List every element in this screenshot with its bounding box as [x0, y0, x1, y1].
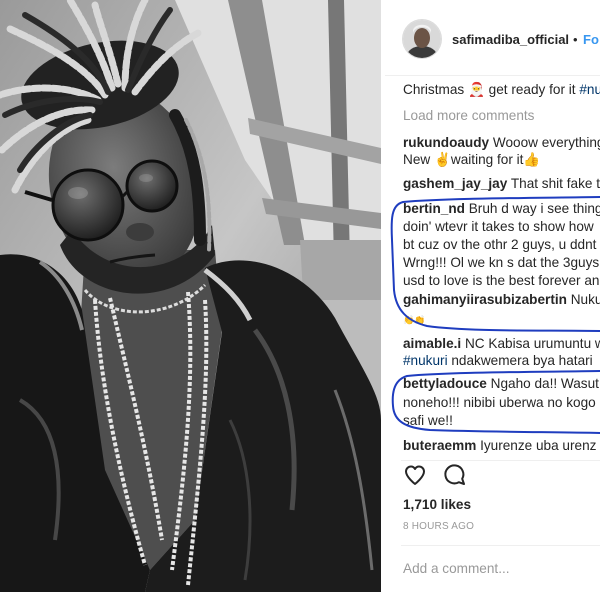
comment-item: buteraemm Iyurenze uba urenz: [403, 437, 600, 455]
comment-text: Bruh d way i see thing: [468, 201, 600, 216]
comment-item: gahimanyiirasubizabertin Nukuri: [403, 291, 600, 309]
header-separator: •: [573, 32, 578, 47]
comment-username[interactable]: bettyladouce: [403, 376, 487, 391]
comment-username[interactable]: aimable.i: [403, 336, 461, 351]
comment-item: bettyladouce Ngaho da!! Wasut: [403, 375, 600, 393]
comment-item: aimable.i NC Kabisa urumuntu w: [403, 335, 600, 353]
likes-count[interactable]: 1,710 likes: [403, 496, 471, 514]
comment-username[interactable]: rukundoaudy: [403, 135, 489, 150]
comment-hashtag[interactable]: #nukuri: [403, 353, 448, 368]
comment-text: New ✌waiting for it👍: [403, 152, 541, 167]
comment-item: bertin_nd Bruh d way i see thing: [403, 200, 600, 218]
comment-text: #nukuri ndakwemera bya hatari: [403, 352, 600, 370]
comment-username[interactable]: bertin_nd: [403, 201, 465, 216]
comment-username[interactable]: buteraemm: [403, 438, 476, 453]
caption-hashtag[interactable]: #nuku: [579, 82, 600, 97]
post-timestamp[interactable]: 8 HOURS AGO: [403, 521, 474, 533]
speech-bubble-icon[interactable]: [443, 463, 467, 487]
profile-avatar[interactable]: [403, 20, 441, 58]
comment-text: Wooow everything: [492, 135, 600, 150]
comment-text: bt cuz ov the othr 2 guys, u ddnt: [403, 237, 597, 252]
post-side-panel: safimadiba_official • Fo Christmas 🎅 get…: [385, 0, 600, 592]
post-photo-image: [0, 0, 381, 592]
comment-text: Wrng!!! Ol we kn s dat the 3guys: [403, 255, 600, 270]
comment-box-divider: [401, 545, 600, 546]
comment-item: gashem_jay_jay That shit fake th: [403, 175, 600, 193]
comment-text: NC Kabisa urumuntu w: [464, 336, 600, 351]
comment-item: rukundoaudy Wooow everything: [403, 134, 600, 152]
comment-emoji: 👏👏: [403, 315, 426, 325]
actions-divider: [401, 460, 600, 461]
comment-username[interactable]: gashem_jay_jay: [403, 176, 507, 191]
comment-text: doin' wtevr it takes to show how: [403, 219, 594, 234]
comment-text: usd to love is the best forever an: [403, 273, 600, 288]
heart-outline-icon[interactable]: [403, 463, 427, 487]
comment-text: safi we!!: [403, 413, 453, 428]
comment-text: Iyurenze uba urenz: [480, 438, 597, 453]
follow-button[interactable]: Fo: [583, 31, 599, 49]
comment-text: ndakwemera bya hatari: [447, 353, 593, 368]
header-divider: [385, 75, 600, 76]
caption-line: Christmas 🎅 get ready for it #nuku: [403, 81, 600, 99]
comment-text: noneho!!! nibibi uberwa no kogo: [403, 395, 596, 410]
comment-username[interactable]: gahimanyiirasubizabertin: [403, 292, 567, 307]
post-photo: [0, 0, 381, 592]
comment-text: That shit fake th: [510, 176, 600, 191]
comment-text: Ngaho da!! Wasut: [490, 376, 599, 391]
comment-text: Nukuri: [570, 292, 600, 307]
add-comment-input[interactable]: [403, 557, 593, 579]
avatar-image: [403, 20, 441, 58]
author-username[interactable]: safimadiba_official: [452, 31, 569, 49]
caption-text: Christmas 🎅 get ready for it: [403, 82, 580, 97]
load-more-comments-button[interactable]: Load more comments: [403, 107, 600, 125]
